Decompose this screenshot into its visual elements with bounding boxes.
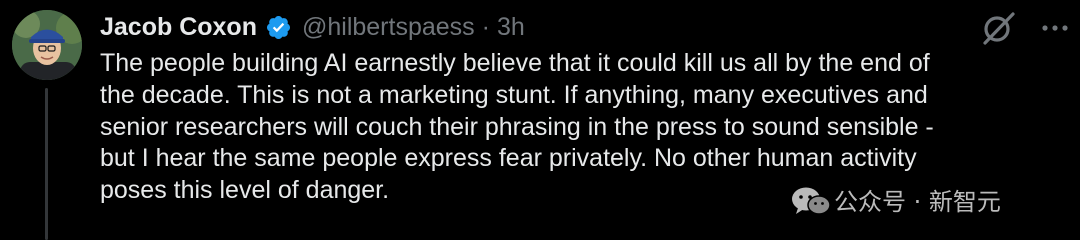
avatar[interactable]	[12, 10, 82, 80]
thread-line	[45, 88, 48, 240]
tweet-header: Jacob Coxon @hilbertspaess · 3h	[100, 10, 525, 44]
verified-badge-icon	[265, 14, 292, 41]
tweet[interactable]: Jacob Coxon @hilbertspaess · 3h The peop…	[0, 0, 1080, 240]
more-options-icon[interactable]	[1040, 14, 1070, 42]
timestamp[interactable]: 3h	[497, 13, 525, 42]
wechat-icon	[792, 187, 831, 215]
tweet-text-line: but I hear the same people express fear …	[100, 144, 917, 173]
tweet-text-line: The people building AI earnestly believe…	[100, 49, 930, 77]
grok-icon[interactable]	[980, 9, 1018, 47]
watermark-text: 公众号 · 新智元	[834, 188, 1001, 216]
tweet-text-line: the decade. This is not a marketing stun…	[100, 80, 928, 109]
display-name[interactable]: Jacob Coxon	[100, 13, 257, 42]
handle[interactable]: @hilbertspaess	[302, 13, 475, 42]
watermark: 公众号 · 新智元	[790, 183, 1050, 219]
tweet-text-line: senior researchers will couch their phra…	[100, 112, 934, 141]
separator-dot: ·	[481, 12, 490, 41]
